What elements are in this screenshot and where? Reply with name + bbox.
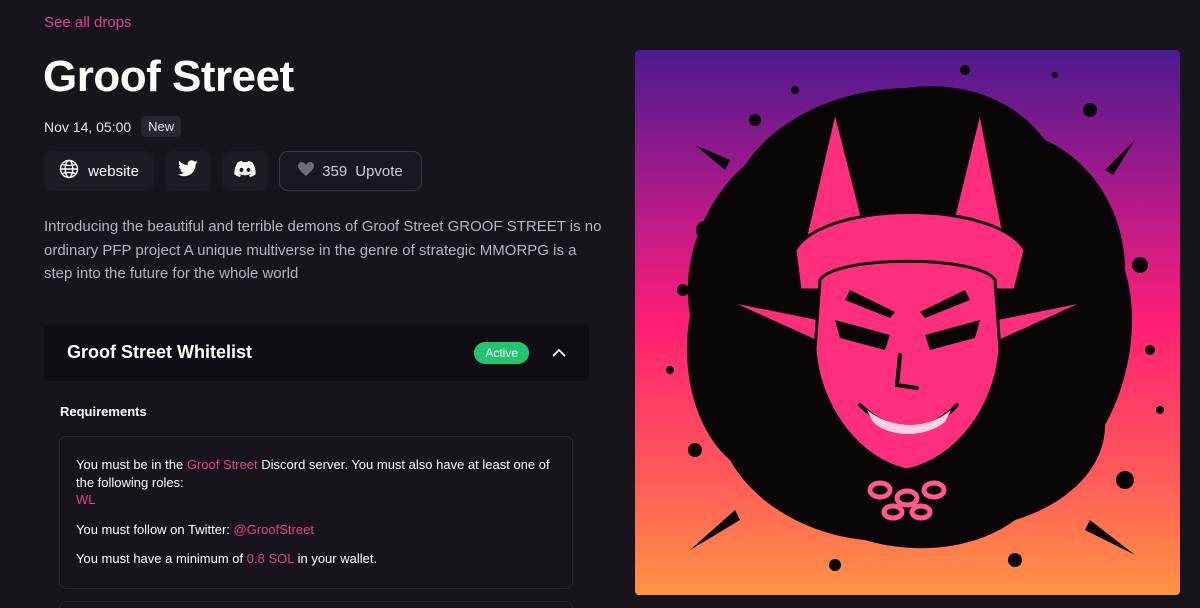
twitter-requirement: You must follow on Twitter: @GroofStreet — [76, 521, 556, 539]
twitter-icon — [178, 160, 198, 182]
discord-server-link[interactable]: Groof Street — [187, 457, 258, 472]
demon-artwork — [635, 50, 1180, 595]
required-role: WL — [76, 492, 96, 507]
discord-button[interactable] — [222, 151, 268, 191]
social-links: website 359 Upvote — [44, 151, 422, 191]
wallet-requirement-prefix: You must have a minimum of — [76, 551, 247, 566]
new-badge: New — [141, 116, 182, 137]
requirements-heading: Requirements — [60, 404, 147, 419]
drop-date: Nov 14, 05:00 — [44, 118, 132, 135]
drop-page: See all drops Groof Street Nov 14, 05:00… — [0, 0, 1200, 608]
twitter-requirement-prefix: You must follow on Twitter: — [76, 521, 234, 537]
upvote-label: Upvote — [355, 162, 403, 180]
heart-icon — [298, 162, 315, 180]
wallet-requirement: You must have a minimum of 0.8 SOL in yo… — [76, 550, 556, 568]
next-requirement-box — [59, 601, 573, 608]
sol-amount: 0.8 SOL — [246, 551, 294, 566]
website-label: website — [88, 162, 139, 180]
drop-description: Introducing the beautiful and terrible d… — [44, 218, 602, 282]
discord-requirement-prefix: You must be in the — [76, 457, 187, 472]
website-button[interactable]: website — [44, 151, 154, 191]
upvote-count: 359 — [322, 162, 348, 180]
twitter-handle-link[interactable]: @GroofStreet — [234, 522, 314, 537]
chevron-up-icon[interactable] — [551, 345, 567, 361]
drop-meta: Nov 14, 05:00 New — [44, 116, 182, 137]
twitter-button[interactable] — [165, 151, 211, 191]
wallet-requirement-suffix: in your wallet. — [293, 551, 378, 566]
discord-requirement: You must be in the Groof Street Discord … — [76, 456, 556, 491]
whitelist-title: Groof Street Whitelist — [67, 342, 253, 362]
status-badge: Active — [474, 341, 529, 364]
whitelist-accordion-header[interactable]: Groof Street Whitelist Active — [44, 324, 589, 381]
globe-icon — [59, 159, 79, 183]
page-title: Groof Street — [43, 52, 294, 101]
upvote-button[interactable]: 359 Upvote — [279, 151, 422, 191]
discord-icon — [234, 160, 256, 182]
see-all-drops-link[interactable]: See all drops — [44, 14, 132, 31]
requirements-box: You must be in the Groof Street Discord … — [59, 436, 573, 589]
